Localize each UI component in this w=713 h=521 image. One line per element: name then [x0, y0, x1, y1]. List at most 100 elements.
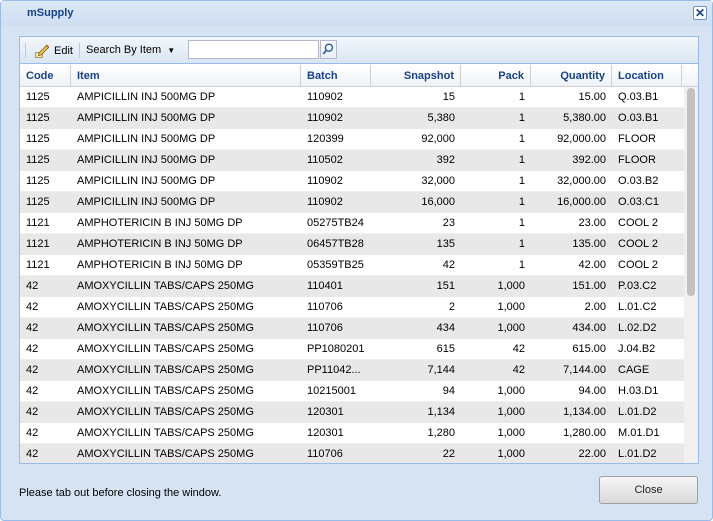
edit-button[interactable]: Edit — [34, 42, 73, 60]
chevron-down-icon: ▼ — [167, 46, 176, 55]
table-row[interactable]: 1125 AMPICILLIN INJ 500MG DP 110902 32,000 1… — [20, 171, 684, 192]
table-row[interactable]: 1121 AMPHOTERICIN B INJ 50MG DP 05275TB24 2… — [20, 213, 684, 234]
cell-code: 1121 — [26, 238, 50, 250]
grid-header: Code Item Batch Snapshot Pack Quantity L… — [20, 65, 698, 87]
table-row[interactable]: 1125 AMPICILLIN INJ 500MG DP 110902 16,000 1… — [20, 192, 684, 213]
cell-item: AMOXYCILLIN TABS/CAPS 250MG — [77, 406, 254, 418]
table-row[interactable]: 42 AMOXYCILLIN TABS/CAPS 250MG PP11042... 7… — [20, 360, 684, 381]
table-row[interactable]: 42 AMOXYCILLIN TABS/CAPS 250MG 120301 1,134… — [20, 402, 684, 423]
cell-pack: 1,000 — [497, 385, 525, 397]
table-row[interactable]: 1125 AMPICILLIN INJ 500MG DP 110502 392 1 392… — [20, 150, 684, 171]
cell-location: O.03.B2 — [618, 175, 659, 187]
cell-code: 1125 — [26, 112, 50, 124]
cell-code: 1125 — [26, 196, 50, 208]
pencil-icon — [35, 44, 50, 58]
cell-item: AMPHOTERICIN B INJ 50MG DP — [77, 238, 243, 250]
cell-code: 42 — [26, 343, 39, 355]
column-header-item[interactable]: Item — [71, 65, 301, 87]
table-row[interactable]: 42 AMOXYCILLIN TABS/CAPS 250MG PP1080201 61… — [20, 339, 684, 360]
cell-item: AMPICILLIN INJ 500MG DP — [77, 112, 216, 124]
search-by-dropdown[interactable]: Search By Item ▼ — [86, 44, 175, 56]
table-row[interactable]: 42 AMOXYCILLIN TABS/CAPS 250MG 110401 151 1,… — [20, 276, 684, 297]
cell-batch: 10215001 — [307, 385, 356, 397]
cell-item: AMOXYCILLIN TABS/CAPS 250MG — [77, 427, 254, 439]
cell-code: 1121 — [26, 217, 50, 229]
cell-location: P.03.C2 — [618, 280, 657, 292]
cell-pack: 1,000 — [497, 280, 525, 292]
cell-snapshot: 392 — [436, 154, 455, 166]
cell-snapshot: 1,280 — [427, 427, 455, 439]
cell-code: 1125 — [26, 91, 50, 103]
cell-snapshot: 1,134 — [427, 406, 455, 418]
table-row[interactable]: 1121 AMPHOTERICIN B INJ 50MG DP 06457TB28 1… — [20, 234, 684, 255]
cell-item: AMPICILLIN INJ 500MG DP — [77, 91, 216, 103]
cell-snapshot: 23 — [442, 217, 455, 229]
cell-pack: 1 — [518, 196, 525, 208]
cell-quantity: 7,144.00 — [563, 364, 606, 376]
cell-pack: 1 — [518, 91, 525, 103]
cell-item: AMOXYCILLIN TABS/CAPS 250MG — [77, 322, 254, 334]
cell-pack: 1,000 — [497, 448, 525, 460]
vertical-scrollbar[interactable] — [684, 87, 698, 463]
cell-batch: 120301 — [307, 406, 344, 418]
table-row[interactable]: 1125 AMPICILLIN INJ 500MG DP 120399 92,000 1… — [20, 129, 684, 150]
cell-location: J.04.B2 — [618, 343, 656, 355]
cell-location: L.01.D2 — [618, 448, 657, 460]
column-header-batch[interactable]: Batch — [301, 65, 371, 87]
cell-snapshot: 15 — [442, 91, 455, 103]
cell-item: AMPICILLIN INJ 500MG DP — [77, 175, 216, 187]
title-bar[interactable]: mSupply ✕ — [1, 1, 712, 25]
cell-batch: 110706 — [307, 322, 343, 334]
grid-body: 1125 AMPICILLIN INJ 500MG DP 110902 15 1 15.0… — [20, 87, 684, 463]
window-title: mSupply — [27, 7, 74, 19]
table-row[interactable]: 42 AMOXYCILLIN TABS/CAPS 250MG 110706 434 1,… — [20, 318, 684, 339]
stock-grid-panel: Edit Search By Item ▼ Code Item Batch Sna… — [19, 36, 699, 464]
table-row[interactable]: 42 AMOXYCILLIN TABS/CAPS 250MG 120301 1,280… — [20, 423, 684, 444]
table-row[interactable]: 1121 AMPHOTERICIN B INJ 50MG DP 05359TB25 4… — [20, 255, 684, 276]
cell-batch: 110706 — [307, 448, 343, 460]
toolbar-separator — [79, 43, 80, 58]
column-header-quantity[interactable]: Quantity — [531, 65, 612, 87]
search-input[interactable] — [188, 40, 319, 59]
cell-item: AMPICILLIN INJ 500MG DP — [77, 154, 216, 166]
column-header-snapshot[interactable]: Snapshot — [371, 65, 461, 87]
table-row[interactable]: 1125 AMPICILLIN INJ 500MG DP 110902 15 1 15.0… — [20, 87, 684, 108]
cell-item: AMOXYCILLIN TABS/CAPS 250MG — [77, 280, 254, 292]
table-row[interactable]: 1125 AMPICILLIN INJ 500MG DP 110902 5,380 1 5… — [20, 108, 684, 129]
cell-pack: 1,000 — [497, 427, 525, 439]
scrollbar-thumb[interactable] — [687, 88, 695, 296]
cell-pack: 1 — [518, 238, 525, 250]
cell-batch: 05359TB25 — [307, 259, 364, 271]
column-header-code[interactable]: Code — [20, 65, 71, 87]
close-button[interactable]: Close — [599, 476, 698, 504]
cell-batch: 06457TB28 — [307, 238, 364, 250]
cell-batch: 110706 — [307, 301, 343, 313]
cell-pack: 1,000 — [497, 406, 525, 418]
cell-code: 42 — [26, 322, 39, 334]
cell-location: M.01.D1 — [618, 427, 660, 439]
cell-pack: 1,000 — [497, 301, 525, 313]
footer-message: Please tab out before closing the window… — [19, 487, 222, 499]
window-close-icon[interactable]: ✕ — [693, 6, 707, 20]
cell-snapshot: 94 — [442, 385, 455, 397]
cell-quantity: 42.00 — [578, 259, 606, 271]
cell-snapshot: 5,380 — [427, 112, 455, 124]
cell-quantity: 1,280.00 — [563, 427, 606, 439]
cell-quantity: 615.00 — [572, 343, 606, 355]
cell-batch: 120399 — [307, 133, 344, 145]
cell-snapshot: 2 — [448, 301, 455, 313]
cell-snapshot: 42 — [442, 259, 455, 271]
table-row[interactable]: 42 AMOXYCILLIN TABS/CAPS 250MG 110706 22 1,0… — [20, 444, 684, 463]
search-button[interactable] — [320, 40, 337, 59]
cell-code: 1125 — [26, 154, 50, 166]
magnifier-icon — [322, 43, 334, 55]
column-header-location[interactable]: Location — [612, 65, 682, 87]
msupply-window: mSupply ✕ Edit Search By Item ▼ Code Ite… — [0, 0, 713, 521]
column-header-pack[interactable]: Pack — [461, 65, 531, 87]
cell-code: 42 — [26, 385, 39, 397]
table-row[interactable]: 42 AMOXYCILLIN TABS/CAPS 250MG 10215001 94 1… — [20, 381, 684, 402]
cell-pack: 1 — [518, 112, 525, 124]
cell-code: 42 — [26, 364, 39, 376]
cell-snapshot: 135 — [436, 238, 455, 250]
table-row[interactable]: 42 AMOXYCILLIN TABS/CAPS 250MG 110706 2 1,00… — [20, 297, 684, 318]
